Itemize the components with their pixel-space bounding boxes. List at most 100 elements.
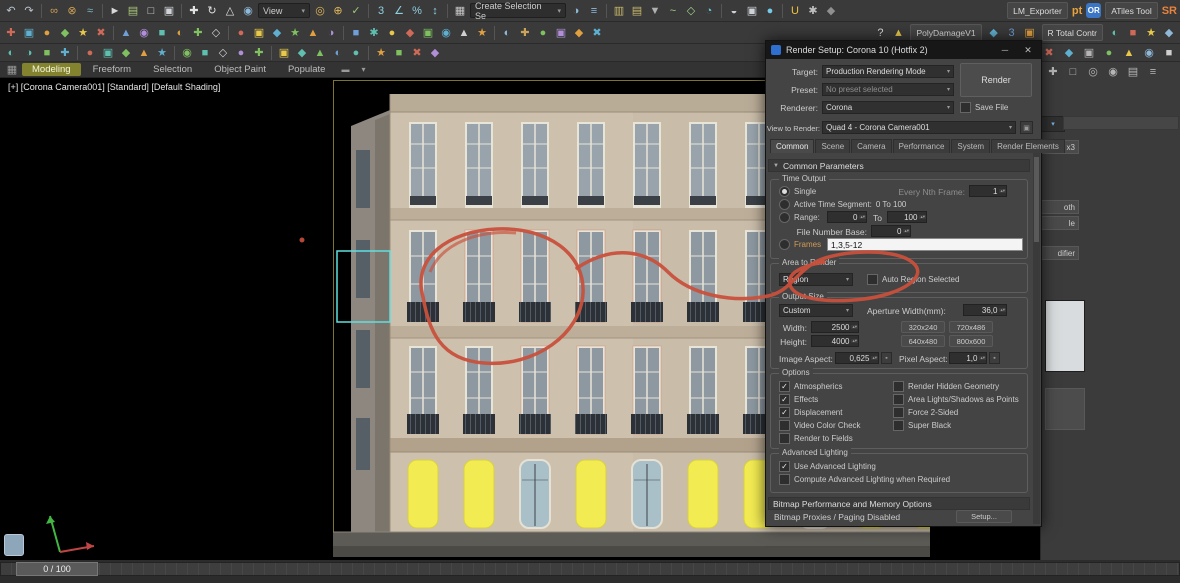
atiles-tool-button[interactable]: ATiles Tool bbox=[1105, 2, 1157, 19]
checkbox-atmospherics[interactable]: ✓ bbox=[779, 381, 790, 392]
hierarchy-panel-icon[interactable]: ◎ bbox=[1085, 64, 1101, 80]
modify-panel-icon[interactable]: □ bbox=[1065, 64, 1081, 80]
toolbar-icon[interactable]: ▲ bbox=[305, 25, 321, 41]
ribbon-tab-selection[interactable]: Selection bbox=[143, 63, 202, 76]
utilities-panel-icon[interactable]: ≡ bbox=[1145, 64, 1161, 80]
height-spinner[interactable]: 4000▴▾ bbox=[811, 335, 859, 347]
toolbar-icon[interactable]: ▣ bbox=[276, 45, 292, 61]
toolbar-icon[interactable]: ● bbox=[233, 45, 249, 61]
single-radio[interactable] bbox=[779, 186, 790, 197]
toolbar-icon[interactable]: ◆ bbox=[294, 45, 310, 61]
toolbar-icon[interactable]: ◆ bbox=[118, 45, 134, 61]
ribbon-tab-object-paint[interactable]: Object Paint bbox=[204, 63, 276, 76]
named-selection-sets-dropdown[interactable]: Create Selection Se ▾ bbox=[470, 3, 566, 18]
toolbar-icon[interactable]: ◉ bbox=[179, 45, 195, 61]
create-panel-icon[interactable]: ✚ bbox=[1045, 64, 1061, 80]
ribbon-options-icon[interactable]: ▾ bbox=[355, 62, 371, 78]
lock-view-icon[interactable]: ▣ bbox=[1020, 121, 1033, 134]
checkbox-area-lights-shadows-as-points[interactable] bbox=[893, 394, 904, 405]
toolbar-icon[interactable]: ✱ bbox=[366, 25, 382, 41]
pt-logo[interactable]: pt bbox=[1072, 5, 1082, 17]
panel-button-fragment[interactable]: le bbox=[1041, 216, 1079, 230]
toolbar-icon[interactable]: ◆ bbox=[269, 25, 285, 41]
percent-snap-icon[interactable]: % bbox=[409, 3, 425, 19]
polydamage-button[interactable]: PolyDamageV1 bbox=[910, 24, 981, 41]
toolbar-icon[interactable]: ■ bbox=[391, 45, 407, 61]
render-setup-icon[interactable]: ◒ bbox=[726, 3, 742, 19]
toolbar-icon[interactable]: ◐ bbox=[1107, 25, 1123, 41]
material-editor-icon[interactable]: ◔ bbox=[701, 3, 717, 19]
checkbox-render-to-fields[interactable] bbox=[779, 433, 790, 444]
preset-dropdown[interactable]: No preset selected▾ bbox=[822, 83, 954, 96]
total-control-button[interactable]: R Total Contr bbox=[1042, 24, 1103, 41]
or-badge[interactable]: OR bbox=[1086, 3, 1101, 18]
select-and-move-icon[interactable]: ✚ bbox=[186, 3, 202, 19]
auto-region-checkbox[interactable] bbox=[867, 274, 878, 285]
target-dropdown[interactable]: Production Rendering Mode▾ bbox=[822, 65, 954, 78]
toolbar-icon[interactable]: ◇ bbox=[208, 25, 224, 41]
viewport-layout-tab[interactable] bbox=[4, 534, 24, 556]
toolbar-icon[interactable]: ● bbox=[39, 25, 55, 41]
timeline-track[interactable] bbox=[0, 562, 1180, 576]
toolbar-icon[interactable]: ◑ bbox=[21, 45, 37, 61]
dialog-tab-common[interactable]: Common bbox=[770, 139, 814, 153]
viewport-label[interactable]: [+] [Corona Camera001] [Standard] [Defau… bbox=[8, 82, 220, 92]
range-radio[interactable] bbox=[779, 212, 790, 223]
toolbar-icon[interactable]: ★ bbox=[287, 25, 303, 41]
layer-explorer-icon[interactable]: ▤ bbox=[629, 3, 645, 19]
sr-logo[interactable]: SR bbox=[1162, 5, 1177, 17]
preset-800x600-button[interactable]: 800x600 bbox=[949, 335, 993, 347]
toolbar-icon[interactable]: ● bbox=[82, 45, 98, 61]
toolbar-icon[interactable]: ▲ bbox=[1121, 45, 1137, 61]
panel-button-fragment[interactable]: oth bbox=[1041, 200, 1079, 214]
range-from-spinner[interactable]: 0▴▾ bbox=[827, 211, 867, 223]
pixel-aspect-spinner[interactable]: 1,0▴▾ bbox=[949, 352, 987, 364]
toolbar-icon[interactable]: ✖ bbox=[589, 25, 605, 41]
toolbar-icon[interactable]: ★ bbox=[154, 45, 170, 61]
toolbar-icon[interactable]: ✖ bbox=[409, 45, 425, 61]
ribbon-menu-icon[interactable]: ▦ bbox=[4, 62, 20, 78]
motion-panel-icon[interactable]: ◉ bbox=[1105, 64, 1121, 80]
dialog-tab-system[interactable]: System bbox=[951, 139, 990, 153]
toolbar-icon[interactable]: ● bbox=[1101, 45, 1117, 61]
unlink-selection-icon[interactable]: ⊗ bbox=[64, 3, 80, 19]
checkbox-displacement[interactable]: ✓ bbox=[779, 407, 790, 418]
toolbar-icon[interactable]: ▣ bbox=[251, 25, 267, 41]
toolbar-icon[interactable]: ◆ bbox=[402, 25, 418, 41]
preset-320x240-button[interactable]: 320x240 bbox=[901, 321, 945, 333]
dialog-tab-camera[interactable]: Camera bbox=[851, 139, 891, 153]
toolbar-icon[interactable]: ◑ bbox=[323, 25, 339, 41]
mirror-icon[interactable]: ◑ bbox=[568, 3, 584, 19]
file-number-spinner[interactable]: 0▴▾ bbox=[871, 225, 911, 237]
scene-explorer-icon[interactable]: ▥ bbox=[611, 3, 627, 19]
checkbox-render-hidden-geometry[interactable] bbox=[893, 381, 904, 392]
toolbar-icon[interactable]: ◆ bbox=[427, 45, 443, 61]
close-button[interactable]: ✕ bbox=[1020, 45, 1036, 56]
render-production-icon[interactable]: ● bbox=[762, 3, 778, 19]
every-nth-spinner[interactable]: 1▴▾ bbox=[969, 185, 1007, 197]
checkbox-force-2-sided[interactable] bbox=[893, 407, 904, 418]
display-panel-icon[interactable]: ▤ bbox=[1125, 64, 1141, 80]
toolbar-icon[interactable]: ▲ bbox=[456, 25, 472, 41]
frames-radio[interactable] bbox=[779, 239, 790, 250]
toolbar-icon[interactable]: ★ bbox=[373, 45, 389, 61]
toolbar-icon[interactable]: ● bbox=[233, 25, 249, 41]
toolbar-icon[interactable]: ◉ bbox=[136, 25, 152, 41]
preset-720x486-button[interactable]: 720x486 bbox=[949, 321, 993, 333]
toolbar-icon[interactable]: ◐ bbox=[3, 45, 19, 61]
dialog-titlebar[interactable]: Render Setup: Corona 10 (Hotfix 2) ─ ✕ bbox=[766, 41, 1041, 59]
reference-coordinate-dropdown[interactable]: View ▾ bbox=[258, 3, 310, 18]
toolbar-icon[interactable]: ✚ bbox=[57, 45, 73, 61]
ribbon-tab-modeling[interactable]: Modeling bbox=[22, 63, 81, 76]
toolbar-icon[interactable]: ■ bbox=[154, 25, 170, 41]
toolbar-icon[interactable]: ▲ bbox=[136, 45, 152, 61]
redo-icon[interactable]: ↷ bbox=[21, 3, 37, 19]
toolbar-icon[interactable]: ◆ bbox=[1061, 45, 1077, 61]
toolbar-icon[interactable]: ▣ bbox=[1022, 25, 1038, 41]
select-and-place-icon[interactable]: ◉ bbox=[240, 3, 256, 19]
toolbar-icon[interactable]: ◆ bbox=[57, 25, 73, 41]
checkbox-compute-advanced-lighting-when-required[interactable] bbox=[779, 474, 790, 485]
select-and-rotate-icon[interactable]: ↻ bbox=[204, 3, 220, 19]
checkbox-use-advanced-lighting[interactable]: ✓ bbox=[779, 461, 790, 472]
toolbar-icon[interactable]: ★ bbox=[75, 25, 91, 41]
